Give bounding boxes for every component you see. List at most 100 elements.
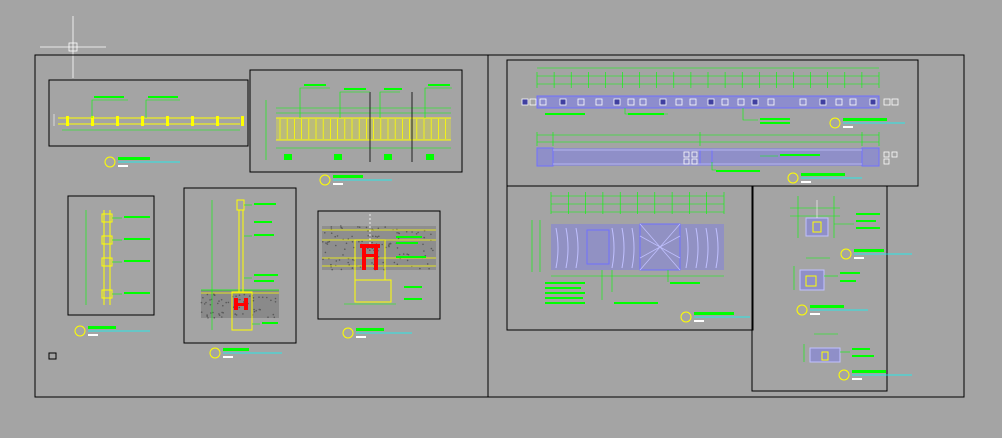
- soil-hatch: [396, 263, 399, 266]
- soil-hatch: [206, 315, 208, 318]
- soil-hatch: [242, 313, 244, 315]
- soil-hatch: [430, 233, 432, 236]
- soil-hatch: [330, 226, 333, 228]
- soil-hatch: [274, 301, 277, 303]
- soil-hatch: [238, 294, 241, 297]
- soil-hatch: [322, 241, 324, 243]
- soil-hatch: [371, 262, 373, 264]
- soil-hatch: [406, 253, 409, 255]
- soil-hatch: [225, 301, 227, 304]
- title-tag: [838, 369, 912, 381]
- soil-hatch: [227, 301, 230, 304]
- drawing-post-elevation[interactable]: [67, 195, 155, 316]
- soil-hatch: [396, 232, 398, 234]
- node-marker: [751, 98, 759, 106]
- soil-hatch: [334, 235, 337, 238]
- soil-hatch: [206, 293, 209, 296]
- soil-hatch: [406, 259, 409, 262]
- node-marker: [559, 98, 567, 106]
- soil-hatch: [419, 267, 421, 270]
- title-tag: [680, 311, 750, 323]
- soil-hatch: [274, 297, 277, 300]
- soil-hatch: [381, 243, 384, 246]
- drawing-long-section[interactable]: [536, 132, 898, 172]
- soil-hatch: [222, 304, 224, 307]
- soil-hatch: [365, 226, 368, 229]
- soil-hatch: [248, 295, 251, 297]
- soil-hatch: [369, 249, 371, 251]
- rail-post: [191, 116, 194, 126]
- soil-hatch: [253, 310, 256, 313]
- soil-hatch: [347, 238, 350, 240]
- drawing-node-detail-2[interactable]: [793, 257, 860, 291]
- soil-hatch: [331, 268, 334, 271]
- soil-hatch: [252, 297, 255, 299]
- rail-post: [166, 116, 169, 126]
- soil-hatch: [402, 253, 405, 255]
- soil-hatch: [209, 299, 211, 301]
- soil-hatch: [384, 226, 387, 228]
- soil-hatch: [235, 295, 237, 298]
- soil-hatch: [405, 231, 408, 233]
- node-marker: [529, 98, 537, 106]
- title-tag: [829, 117, 905, 129]
- soil-hatch: [335, 260, 338, 262]
- node-marker: [869, 98, 877, 106]
- soil-hatch: [378, 235, 380, 238]
- soil-hatch: [361, 240, 363, 243]
- title-tag: [342, 327, 412, 339]
- node-marker: [883, 98, 891, 106]
- soil-hatch: [258, 308, 261, 311]
- drawing-panel-plan[interactable]: [249, 69, 463, 173]
- node-marker: [521, 98, 529, 106]
- soil-hatch: [376, 236, 379, 238]
- soil-hatch: [351, 241, 354, 243]
- soil-hatch: [253, 308, 255, 311]
- soil-hatch: [218, 300, 220, 302]
- title-tag: [787, 172, 862, 184]
- soil-hatch: [270, 299, 272, 302]
- rail-post: [241, 116, 244, 126]
- drawing-anchor-section[interactable]: [317, 210, 441, 320]
- soil-hatch: [213, 293, 215, 295]
- title-tag: [796, 304, 868, 316]
- cad-drawing-sheet[interactable]: [0, 0, 1002, 434]
- soil-hatch: [330, 228, 333, 230]
- title-tag: [104, 156, 180, 168]
- soil-hatch: [411, 231, 413, 233]
- drawing-railing-elevation[interactable]: [48, 79, 249, 147]
- soil-hatch: [348, 264, 351, 266]
- soil-hatch: [213, 316, 216, 319]
- soil-hatch: [374, 235, 377, 238]
- soil-hatch: [221, 316, 223, 318]
- soil-hatch: [212, 311, 214, 314]
- soil-hatch: [351, 235, 353, 238]
- soil-hatch: [209, 303, 212, 306]
- soil-hatch: [357, 226, 359, 228]
- title-tag: [319, 174, 392, 186]
- small-marker-box: [48, 352, 57, 360]
- soil-hatch: [377, 256, 380, 258]
- soil-hatch: [326, 243, 329, 245]
- soil-hatch: [340, 268, 343, 271]
- cad-model-space[interactable]: [0, 0, 1002, 434]
- soil-hatch: [396, 247, 399, 249]
- drawing-footing-section[interactable]: [183, 187, 297, 344]
- soil-hatch: [398, 253, 401, 256]
- node-marker: [707, 98, 715, 106]
- soil-hatch: [266, 296, 268, 299]
- soil-hatch: [243, 293, 246, 296]
- title-tag: [74, 325, 150, 337]
- soil-hatch: [372, 235, 374, 237]
- soil-hatch: [234, 313, 236, 315]
- drawing-panel-detail[interactable]: [506, 185, 754, 331]
- soil-hatch: [218, 313, 220, 315]
- rail-post: [141, 116, 144, 126]
- drawing-node-detail-3[interactable]: [803, 333, 874, 363]
- soil-hatch: [217, 302, 219, 305]
- soil-hatch: [353, 246, 355, 249]
- soil-hatch: [382, 261, 385, 264]
- soil-hatch: [423, 250, 425, 252]
- title-tag: [209, 347, 282, 359]
- soil-hatch: [207, 317, 209, 319]
